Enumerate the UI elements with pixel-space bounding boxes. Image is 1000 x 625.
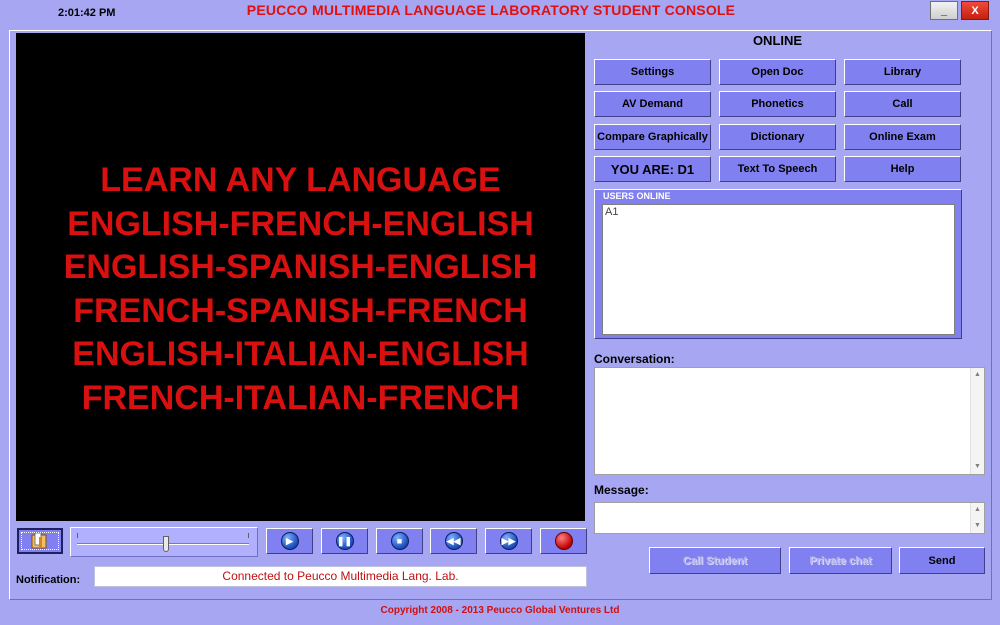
video-text: LEARN ANY LANGUAGE ENGLISH-FRENCH-ENGLIS…	[16, 159, 585, 420]
users-online-legend: USERS ONLINE	[601, 191, 673, 201]
video-line: FRENCH-ITALIAN-FRENCH	[81, 378, 520, 417]
stop-button[interactable]: ■	[376, 528, 423, 554]
video-line: ENGLISH-ITALIAN-ENGLISH	[72, 335, 529, 373]
text-to-speech-button[interactable]: Text To Speech	[719, 156, 836, 182]
online-status: ONLINE	[752, 33, 803, 48]
send-button[interactable]: Send	[899, 547, 985, 574]
video-display: LEARN ANY LANGUAGE ENGLISH-FRENCH-ENGLIS…	[16, 33, 585, 521]
compare-graphically-button[interactable]: Compare Graphically	[594, 124, 711, 150]
private-chat-button[interactable]: Private chat	[789, 547, 892, 574]
video-line: LEARN ANY LANGUAGE	[100, 161, 501, 199]
media-source-button[interactable]	[17, 528, 63, 554]
call-student-button[interactable]: Call Student	[649, 547, 781, 574]
fast-forward-button[interactable]: ▶▶	[485, 528, 532, 554]
conversation-box[interactable]: ▲ ▼	[594, 367, 985, 475]
app-title: PEUCCO MULTIMEDIA LANGUAGE LABORATORY ST…	[246, 2, 736, 18]
video-line: ENGLISH-FRENCH-ENGLISH	[67, 204, 534, 243]
video-line: ENGLISH-SPANISH-ENGLISH	[63, 248, 538, 286]
video-line: FRENCH-SPANISH-FRENCH	[73, 291, 528, 330]
scroll-down-icon[interactable]: ▼	[971, 461, 984, 473]
close-button[interactable]: X	[961, 1, 989, 20]
dictionary-button[interactable]: Dictionary	[719, 124, 836, 150]
minimize-button[interactable]: _	[930, 1, 958, 20]
message-scrollbar[interactable]: ▲ ▼	[970, 503, 984, 533]
pause-button[interactable]: ❚❚	[321, 528, 368, 554]
settings-button[interactable]: Settings	[594, 59, 711, 85]
message-input[interactable]: ▲ ▼	[594, 502, 985, 534]
play-icon: ▶	[280, 532, 299, 550]
call-button[interactable]: Call	[844, 91, 961, 117]
scroll-up-icon[interactable]: ▲	[971, 504, 984, 516]
conversation-label: Conversation:	[594, 352, 675, 366]
list-item[interactable]: A1	[605, 206, 952, 218]
slider-thumb[interactable]	[163, 536, 170, 552]
seek-slider[interactable]	[70, 527, 258, 557]
help-button[interactable]: Help	[844, 156, 961, 182]
phonetics-button[interactable]: Phonetics	[719, 91, 836, 117]
av-demand-button[interactable]: AV Demand	[594, 91, 711, 117]
slider-tick	[248, 533, 249, 538]
notification-label: Notification:	[16, 574, 81, 586]
record-icon	[554, 532, 573, 550]
online-exam-button[interactable]: Online Exam	[844, 124, 961, 150]
scroll-up-icon[interactable]: ▲	[971, 369, 984, 381]
open-doc-button[interactable]: Open Doc	[719, 59, 836, 85]
stop-icon: ■	[390, 532, 409, 550]
play-button[interactable]: ▶	[266, 528, 313, 554]
copyright-footer: Copyright 2008 - 2013 Peucco Global Vent…	[380, 605, 620, 616]
slider-tick	[77, 533, 78, 538]
conversation-scrollbar[interactable]: ▲ ▼	[970, 368, 984, 474]
notification-text: Connected to Peucco Multimedia Lang. Lab…	[94, 566, 587, 587]
fast-forward-icon: ▶▶	[499, 532, 518, 550]
media-file-icon	[31, 532, 47, 549]
library-button[interactable]: Library	[844, 59, 961, 85]
users-online-list[interactable]: A1	[602, 204, 955, 335]
pause-icon: ❚❚	[335, 532, 354, 550]
rewind-icon: ◀◀	[444, 532, 463, 550]
rewind-button[interactable]: ◀◀	[430, 528, 477, 554]
scroll-down-icon[interactable]: ▼	[971, 520, 984, 532]
record-button[interactable]	[540, 528, 587, 554]
users-online-panel: USERS ONLINE A1	[594, 189, 962, 339]
message-label: Message:	[594, 483, 649, 497]
you-are-label: YOU ARE: D1	[594, 156, 711, 182]
